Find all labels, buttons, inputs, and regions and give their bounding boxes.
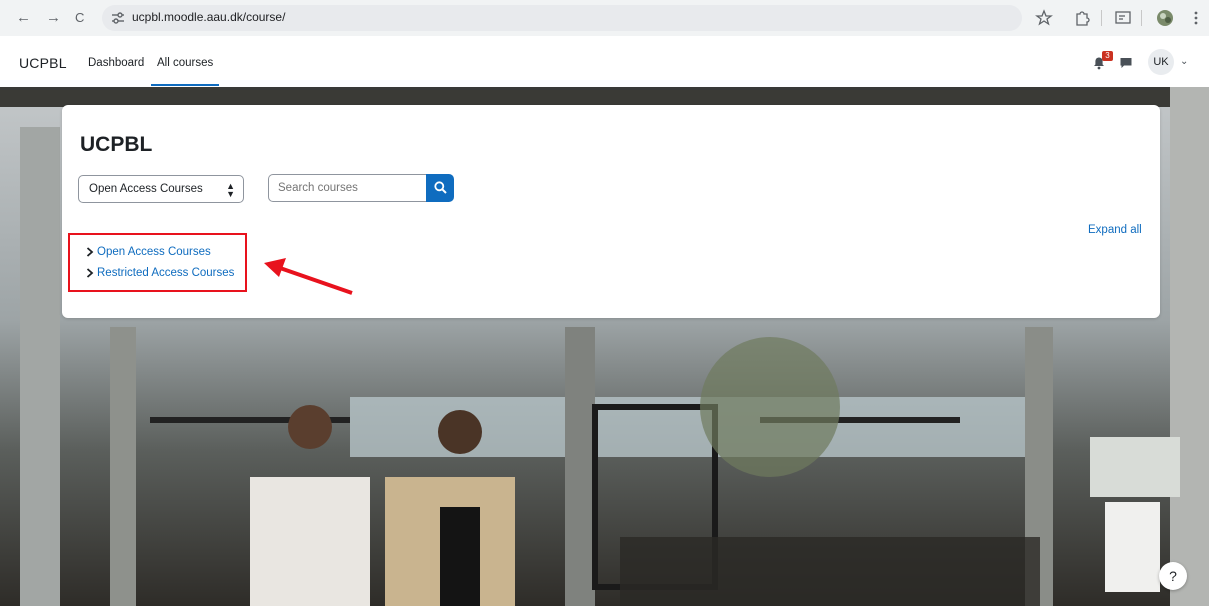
toolbar-divider <box>1101 10 1102 26</box>
nav-link-all-courses[interactable]: All courses <box>150 57 220 86</box>
extensions-icon[interactable] <box>1072 8 1092 28</box>
chevron-down-icon[interactable]: ⌄ <box>1180 56 1188 67</box>
reload-icon[interactable]: C <box>75 9 84 27</box>
search-courses-input[interactable] <box>268 174 426 202</box>
forward-icon[interactable]: → <box>46 9 61 27</box>
annotation-arrow-icon <box>264 258 353 295</box>
user-avatar[interactable]: UK <box>1148 49 1174 75</box>
help-button[interactable]: ? <box>1159 562 1187 590</box>
search-button[interactable] <box>426 174 454 202</box>
reading-list-icon[interactable] <box>1113 8 1133 28</box>
address-bar[interactable]: ucpbl.moodle.aau.dk/course/ <box>102 5 1022 31</box>
category-select-value: Open Access Courses <box>89 183 203 195</box>
page-title: UCPBL <box>80 133 153 156</box>
browser-menu-icon[interactable] <box>1186 8 1206 28</box>
select-arrows-icon: ▲ ▼ <box>226 181 235 199</box>
expand-all-link[interactable]: Expand all <box>1088 224 1142 236</box>
toolbar-divider <box>1141 10 1142 26</box>
annotation-highlight-box <box>68 233 247 292</box>
site-brand[interactable]: UCPBL <box>19 55 67 71</box>
notification-count-badge: 3 <box>1102 51 1113 61</box>
profile-avatar-icon[interactable] <box>1155 8 1175 28</box>
back-icon[interactable]: ← <box>16 9 31 27</box>
browser-toolbar: ← → C ucpbl.moodle.aau.dk/course/ <box>0 0 1209 37</box>
site-navbar: UCPBL Dashboard All courses 3 UK ⌄ <box>0 36 1209 88</box>
nav-link-dashboard[interactable]: Dashboard <box>88 57 144 69</box>
search-icon <box>434 181 447 194</box>
site-settings-icon[interactable] <box>110 10 126 26</box>
bookmark-star-icon[interactable] <box>1034 8 1054 28</box>
category-select[interactable]: Open Access Courses ▲ ▼ <box>78 175 244 203</box>
url-text: ucpbl.moodle.aau.dk/course/ <box>132 10 286 24</box>
messages-icon[interactable] <box>1119 56 1133 70</box>
